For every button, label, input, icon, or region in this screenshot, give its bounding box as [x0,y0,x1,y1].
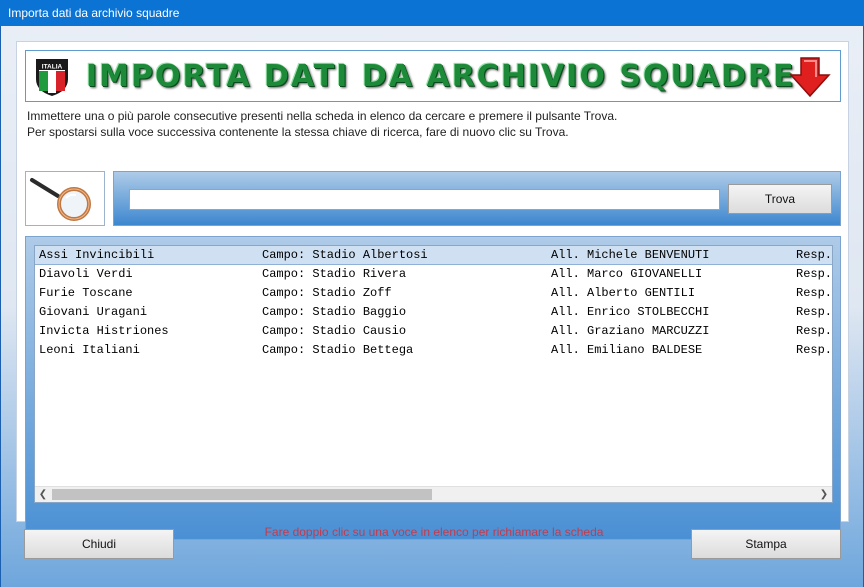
scrollbar-thumb[interactable] [52,489,432,500]
list-cell-campo: Campo: Stadio Baggio [262,305,407,319]
scroll-right-icon[interactable]: ❯ [816,487,832,502]
list-cell-name: Invicta Histriones [39,324,169,338]
magnifier-icon [30,178,91,221]
list-cell-name: Leoni Italiani [39,343,140,357]
search-bar: Trova [113,171,841,226]
list-cell-resp: Resp. [796,267,833,281]
list-item[interactable]: Diavoli Verdi Campo: Stadio Rivera All. Ma… [35,265,832,284]
shield-text: ITALIA [42,64,63,71]
list-cell-allenatore: All. Alberto GENTILI [551,286,696,300]
list-item[interactable]: Furie Toscane Campo: Stadio Zoff All. Albe… [35,284,832,303]
list-cell-resp: Resp. [796,248,833,262]
search-input[interactable] [129,189,720,210]
list-cell-allenatore: All. Enrico STOLBECCHI [551,305,710,319]
horizontal-scrollbar[interactable]: ❮ ❯ [35,486,832,502]
italia-shield-icon: ITALIA [36,59,68,96]
list-item[interactable]: Invicta Histriones Campo: Stadio Causio Al… [35,322,832,341]
instruction-line-1: Immettere una o più parole consecutive p… [27,109,618,123]
find-button[interactable]: Trova [728,184,832,214]
list-cell-campo: Campo: Stadio Bettega [262,343,414,357]
list-cell-allenatore: All. Michele BENVENUTI [551,248,710,262]
list-cell-campo: Campo: Stadio Rivera [262,267,407,281]
list-item[interactable]: Giovani Uragani Campo: Stadio Baggio All. … [35,303,832,322]
list-cell-allenatore: All. Marco GIOVANELLI [551,267,703,281]
results-list[interactable]: Assi Invincibili Campo: Stadio Albertosi A… [34,245,833,503]
banner-title: IMPORTA DATI DA ARCHIVIO SQUADRE [86,59,796,94]
down-arrow-icon [789,57,831,98]
dialog-client-area: ITALIA IMPORTA DATI DA ARCHIVIO SQUADRE … [0,26,864,587]
list-cell-campo: Campo: Stadio Causio [262,324,407,338]
scroll-left-icon[interactable]: ❮ [35,487,51,502]
list-cell-campo: Campo: Stadio Zoff [262,286,392,300]
list-cell-name: Furie Toscane [39,286,133,300]
main-panel: ITALIA IMPORTA DATI DA ARCHIVIO SQUADRE … [16,41,849,540]
list-cell-name: Assi Invincibili [39,248,155,262]
search-illustration [25,171,105,226]
window-title: Importa dati da archivio squadre [0,0,864,26]
list-cell-campo: Campo: Stadio Albertosi [262,248,428,262]
list-cell-resp: Resp. [796,305,833,319]
print-button[interactable]: Stampa [691,529,841,559]
instruction-line-2: Per spostarsi sulla voce successiva cont… [27,125,569,139]
close-button[interactable]: Chiudi [24,529,174,559]
list-cell-resp: Resp. [796,286,833,300]
list-cell-allenatore: All. Graziano MARCUZZI [551,324,710,338]
list-cell-name: Giovani Uragani [39,305,148,319]
list-cell-resp: Resp. [796,343,833,357]
list-cell-allenatore: All. Emiliano BALDESE [551,343,703,357]
list-cell-name: Diavoli Verdi [39,267,133,281]
list-cell-resp: Resp. [796,324,833,338]
list-item[interactable]: Leoni Italiani Campo: Stadio Bettega All. … [35,341,832,360]
results-frame: Assi Invincibili Campo: Stadio Albertosi A… [25,236,841,540]
header-banner: ITALIA IMPORTA DATI DA ARCHIVIO SQUADRE [25,50,841,102]
list-item[interactable]: Assi Invincibili Campo: Stadio Albertosi A… [35,246,832,265]
